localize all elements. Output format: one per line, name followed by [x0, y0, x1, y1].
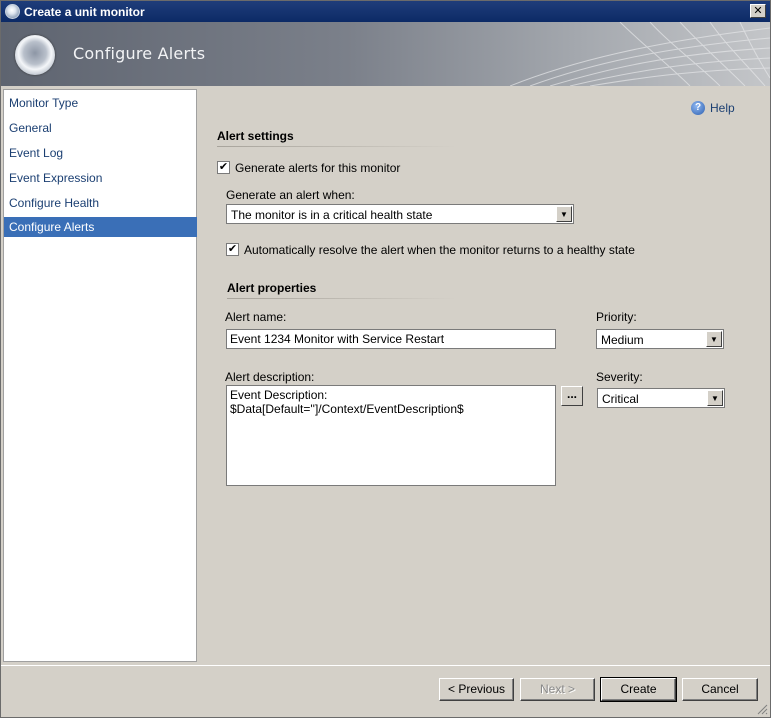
help-icon[interactable]: ? — [691, 101, 705, 115]
sidebar-item-general[interactable]: General — [4, 118, 197, 138]
insert-parameter-button[interactable]: ... — [561, 386, 583, 406]
generate-when-label: Generate an alert when: — [226, 188, 355, 202]
priority-value: Medium — [601, 333, 644, 347]
cancel-button[interactable]: Cancel — [682, 678, 758, 701]
app-icon — [5, 4, 20, 19]
wizard-banner: Configure Alerts — [1, 22, 770, 86]
chevron-down-icon[interactable]: ▼ — [556, 206, 572, 222]
severity-label: Severity: — [596, 370, 643, 384]
alert-properties-heading: Alert properties — [227, 281, 317, 295]
section-divider — [217, 146, 457, 147]
wizard-logo-icon — [15, 35, 55, 75]
wizard-steps-sidebar: Monitor Type General Event Log Event Exp… — [3, 89, 197, 662]
banner-decoration — [510, 22, 770, 86]
generate-when-value: The monitor is in a critical health stat… — [231, 208, 433, 222]
sidebar-item-configure-health[interactable]: Configure Health — [4, 193, 197, 213]
auto-resolve-checkbox[interactable]: ✔ — [226, 243, 239, 256]
priority-label: Priority: — [596, 310, 637, 324]
next-button[interactable]: Next > — [520, 678, 595, 701]
footer-divider — [1, 665, 770, 666]
title-bar: Create a unit monitor ✕ — [1, 1, 770, 22]
priority-dropdown[interactable]: Medium ▼ — [596, 329, 724, 349]
sidebar-item-event-log[interactable]: Event Log — [4, 143, 197, 163]
window-title: Create a unit monitor — [24, 5, 145, 19]
close-button[interactable]: ✕ — [750, 4, 766, 18]
alert-name-field[interactable]: Event 1234 Monitor with Service Restart — [226, 329, 556, 349]
resize-grip-icon[interactable] — [756, 703, 768, 715]
section-divider — [227, 298, 457, 299]
alert-description-field[interactable]: Event Description: $Data[Default='']/Con… — [226, 385, 556, 486]
chevron-down-icon[interactable]: ▼ — [706, 331, 722, 347]
generate-alerts-label: Generate alerts for this monitor — [235, 161, 401, 175]
auto-resolve-label: Automatically resolve the alert when the… — [244, 243, 635, 257]
severity-value: Critical — [602, 392, 639, 406]
help-label[interactable]: Help — [710, 101, 735, 115]
chevron-down-icon[interactable]: ▼ — [707, 390, 723, 406]
generate-when-dropdown[interactable]: The monitor is in a critical health stat… — [226, 204, 574, 224]
previous-button[interactable]: < Previous — [439, 678, 514, 701]
create-unit-monitor-window: Create a unit monitor ✕ Configure Alerts… — [0, 0, 771, 718]
create-button[interactable]: Create — [600, 677, 677, 702]
alert-name-label: Alert name: — [225, 310, 287, 324]
alert-description-label: Alert description: — [225, 370, 315, 384]
sidebar-item-configure-alerts[interactable]: Configure Alerts — [4, 217, 197, 237]
help-link[interactable]: ? Help — [691, 101, 735, 115]
severity-dropdown[interactable]: Critical ▼ — [597, 388, 725, 408]
sidebar-item-event-expression[interactable]: Event Expression — [4, 168, 197, 188]
page-title: Configure Alerts — [73, 44, 206, 63]
sidebar-item-monitor-type[interactable]: Monitor Type — [4, 93, 197, 113]
generate-alerts-checkbox[interactable]: ✔ — [217, 161, 230, 174]
alert-settings-heading: Alert settings — [217, 129, 294, 143]
main-panel: ? Help Alert settings ✔ Generate alerts … — [198, 89, 770, 662]
